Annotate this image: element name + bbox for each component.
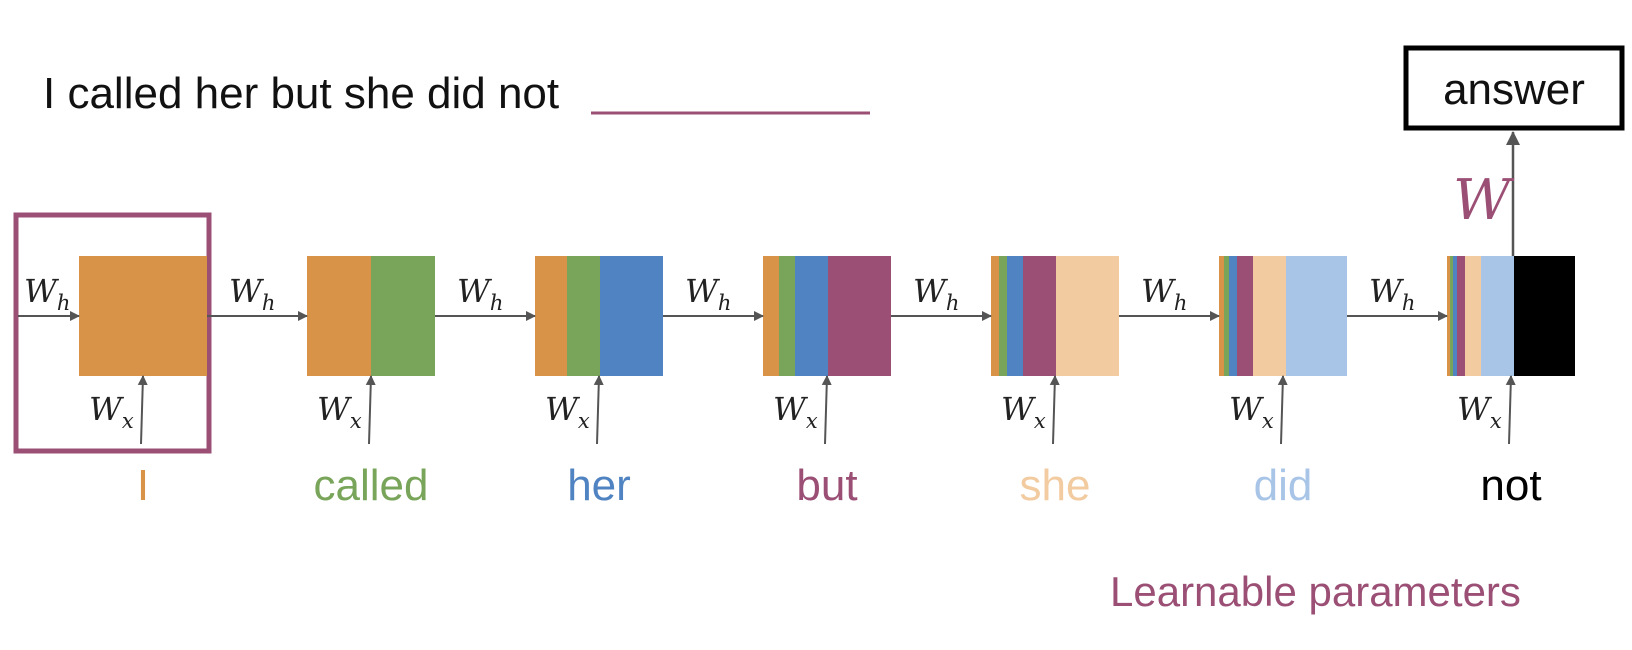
- hidden-state-2-stripe-1: [307, 256, 371, 376]
- hidden-state-3-stripe-2: [567, 256, 600, 376]
- input-arrow-5: [1049, 375, 1060, 445]
- hidden-state-7-stripe-5: [1465, 256, 1481, 376]
- hidden-state-4-stripe-2: [779, 256, 795, 376]
- hidden-state-7-stripe-7: [1514, 256, 1575, 376]
- answer-label: answer: [1443, 65, 1585, 114]
- hidden-state-6-stripe-4: [1237, 256, 1253, 376]
- hidden-state-7-stripe-1: [1447, 256, 1450, 376]
- hidden-state-5-stripe-3: [1007, 256, 1023, 376]
- hidden-state-6-stripe-3: [1229, 256, 1237, 376]
- hidden-state-5-stripe-1: [991, 256, 999, 376]
- input-arrow-6: [1277, 375, 1288, 445]
- input-weight-label-5: Wx: [1001, 390, 1046, 433]
- hidden-weight-label-7: Wh: [1369, 272, 1415, 315]
- word-label-3: her: [567, 461, 631, 510]
- output-weight-label: W: [1453, 168, 1515, 233]
- hidden-weight-label-3: Wh: [457, 272, 503, 315]
- input-arrow-1: [137, 375, 148, 445]
- word-label-2: called: [314, 461, 429, 510]
- word-label-5: she: [1020, 461, 1091, 510]
- input-arrow-7: [1505, 375, 1516, 445]
- sentence-prompt: I called her but she did not: [43, 69, 559, 118]
- word-label-7: not: [1480, 461, 1541, 510]
- hidden-state-2-stripe-2: [371, 256, 435, 376]
- input-arrow-4: [821, 375, 832, 445]
- word-label-6: did: [1254, 461, 1313, 510]
- hidden-weight-label-6: Wh: [1141, 272, 1187, 315]
- input-weight-label-7: Wx: [1457, 390, 1502, 433]
- input-weight-label-3: Wx: [545, 390, 590, 433]
- hidden-weight-label-1: Wh: [24, 272, 70, 315]
- word-label-4: but: [796, 461, 857, 510]
- hidden-state-5-stripe-5: [1056, 256, 1119, 376]
- input-arrow-3: [593, 375, 604, 445]
- input-weight-label-6: Wx: [1229, 390, 1274, 433]
- hidden-state-3-stripe-3: [600, 256, 663, 376]
- hidden-state-6-stripe-2: [1224, 256, 1229, 376]
- hidden-state-6-stripe-6: [1286, 256, 1347, 376]
- hidden-state-4-stripe-3: [795, 256, 828, 376]
- hidden-state-5-stripe-2: [999, 256, 1007, 376]
- hidden-weight-label-4: Wh: [685, 272, 731, 315]
- hidden-state-6-stripe-5: [1253, 256, 1286, 376]
- rnn-diagram: I called her but she did not answer W Le…: [13, 45, 1625, 615]
- hidden-state-3-stripe-1: [535, 256, 567, 376]
- input-weight-label-2: Wx: [317, 390, 362, 433]
- hidden-state-7-stripe-3: [1453, 256, 1457, 376]
- hidden-weight-label-5: Wh: [913, 272, 959, 315]
- hidden-state-4-stripe-1: [763, 256, 779, 376]
- learnable-parameters-label: Learnable parameters: [1110, 568, 1521, 615]
- hidden-state-4-stripe-4: [828, 256, 891, 376]
- input-weight-label-4: Wx: [773, 390, 818, 433]
- hidden-state-7-stripe-2: [1450, 256, 1453, 376]
- input-arrow-2: [365, 375, 376, 445]
- hidden-state-5-stripe-4: [1023, 256, 1056, 376]
- hidden-state-6-stripe-1: [1219, 256, 1224, 376]
- input-weight-label-1: Wx: [89, 390, 134, 433]
- hidden-state-1-stripe-1: [79, 256, 207, 376]
- hidden-state-7-stripe-6: [1481, 256, 1514, 376]
- word-label-1: I: [137, 461, 149, 510]
- hidden-weight-label-2: Wh: [229, 272, 275, 315]
- hidden-state-7-stripe-4: [1457, 256, 1465, 376]
